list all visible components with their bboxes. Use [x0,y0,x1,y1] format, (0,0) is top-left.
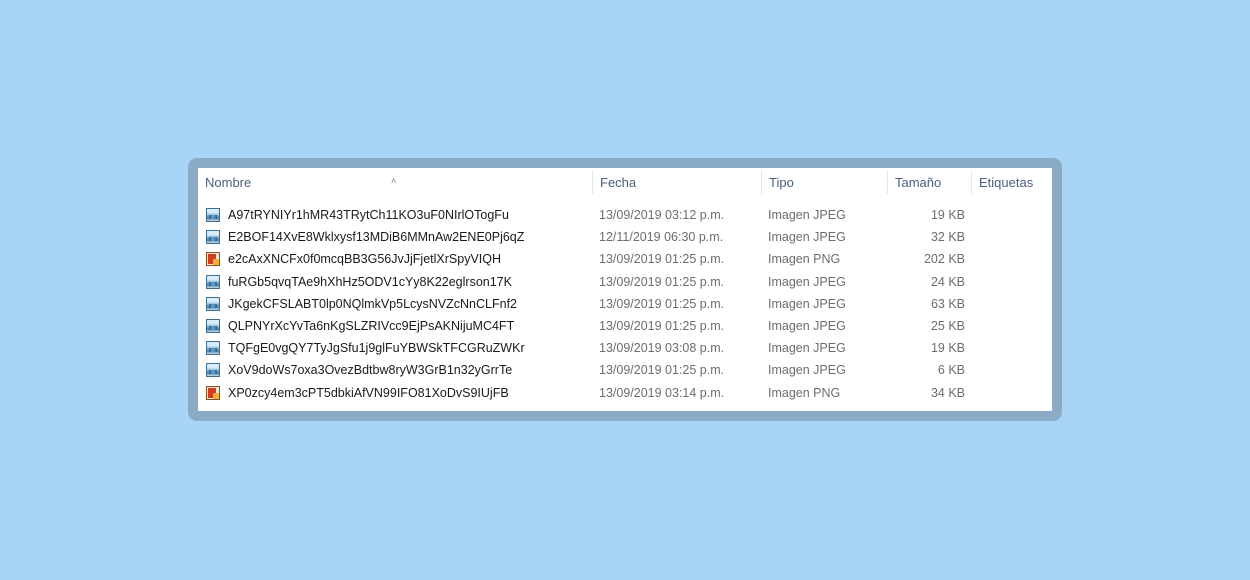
jpeg-file-icon [206,208,220,222]
file-size: 202 KB [923,252,965,267]
jpeg-file-icon [206,296,220,311]
file-rows: A97tRYNIYr1hMR43TRytCh11KO3uF0NIrlOTogFu… [198,204,1052,404]
jpeg-file-icon [206,363,220,378]
png-file-icon [206,385,220,400]
file-row[interactable]: JKgekCFSLABT0lp0NQlmkVp5LcysNVZcNnCLFnf2… [198,293,1052,315]
column-header-size-label: Tamaño [895,175,942,190]
explorer-window-frame: ˄ Nombre Fecha Tipo Tamaño Etiquetas A97… [188,158,1062,421]
file-list-view: ˄ Nombre Fecha Tipo Tamaño Etiquetas A97… [198,168,1052,411]
column-header-size[interactable]: Tamaño [888,168,972,196]
file-size: 25 KB [930,318,965,333]
file-name[interactable]: XP0zcy4em3cPT5dbkiAfVN99IFO81XoDvS9IUjFB [228,382,509,404]
column-header-tags[interactable]: Etiquetas [972,168,1052,196]
file-date: 13/09/2019 03:14 p.m. [599,385,725,400]
file-row[interactable]: E2BOF14XvE8Wklxysf13MDiB6MMnAw2ENE0Pj6qZ… [198,226,1052,248]
file-name[interactable]: QLPNYrXcYvTa6nKgSLZRIVcc9EjPsAKNijuMC4FT [228,315,514,337]
file-row[interactable]: XP0zcy4em3cPT5dbkiAfVN99IFO81XoDvS9IUjFB… [198,382,1052,404]
file-row[interactable]: QLPNYrXcYvTa6nKgSLZRIVcc9EjPsAKNijuMC4FT… [198,315,1052,337]
file-type: Imagen JPEG [768,363,846,378]
file-type: Imagen JPEG [768,318,846,333]
jpeg-file-icon [206,274,220,289]
file-date: 13/09/2019 01:25 p.m. [599,363,725,378]
file-type: Imagen JPEG [768,230,846,245]
file-size: 63 KB [930,296,965,311]
file-type: Imagen PNG [768,252,841,267]
file-type: Imagen PNG [768,385,841,400]
file-name[interactable]: fuRGb5qvqTAe9hXhHz5ODV1cYy8K22eglrson17K [228,271,512,293]
png-file-icon [206,252,220,267]
file-size: 24 KB [930,274,965,289]
sort-ascending-icon: ˄ [391,176,397,186]
file-date: 13/09/2019 03:08 p.m. [599,341,725,356]
column-header-type[interactable]: Tipo [762,168,888,196]
file-date: 13/09/2019 01:25 p.m. [599,296,725,311]
file-name[interactable]: JKgekCFSLABT0lp0NQlmkVp5LcysNVZcNnCLFnf2 [228,293,517,315]
file-size: 32 KB [930,230,965,245]
column-header-name-label: Nombre [205,175,252,190]
file-size: 19 KB [930,208,965,222]
file-name[interactable]: XoV9doWs7oxa3OvezBdtbw8ryW3GrB1n32yGrrTe [228,359,512,381]
column-header-type-label: Tipo [769,175,794,190]
file-name[interactable]: TQFgE0vgQY7TyJgSfu1j9glFuYBWSkTFCGRuZWKr [228,337,525,359]
file-date: 13/09/2019 01:25 p.m. [599,318,725,333]
file-name[interactable]: e2cAxXNCFx0f0mcqBB3G56JvJjFjetlXrSpyVIQH [228,248,501,270]
file-size: 6 KB [937,363,965,378]
column-header-date[interactable]: Fecha [593,168,762,196]
column-header-tags-label: Etiquetas [979,175,1034,190]
file-date: 12/11/2019 06:30 p.m. [599,230,724,245]
file-row[interactable]: A97tRYNIYr1hMR43TRytCh11KO3uF0NIrlOTogFu… [198,204,1052,226]
column-header-bar: ˄ Nombre Fecha Tipo Tamaño Etiquetas [198,168,1052,196]
file-date: 13/09/2019 03:12 p.m. [599,208,725,222]
jpeg-file-icon [206,341,220,356]
file-type: Imagen JPEG [768,341,846,356]
file-name[interactable]: E2BOF14XvE8Wklxysf13MDiB6MMnAw2ENE0Pj6qZ [228,226,524,248]
file-type: Imagen JPEG [768,274,846,289]
column-header-date-label: Fecha [600,175,637,190]
file-row[interactable]: fuRGb5qvqTAe9hXhHz5ODV1cYy8K22eglrson17K… [198,271,1052,293]
file-date: 13/09/2019 01:25 p.m. [599,252,725,267]
column-header-name[interactable]: ˄ Nombre [198,168,593,196]
file-row[interactable]: TQFgE0vgQY7TyJgSfu1j9glFuYBWSkTFCGRuZWKr… [198,337,1052,359]
file-type: Imagen JPEG [768,296,846,311]
file-row[interactable]: XoV9doWs7oxa3OvezBdtbw8ryW3GrB1n32yGrrTe… [198,359,1052,381]
jpeg-file-icon [206,230,220,245]
jpeg-file-icon [206,318,220,333]
file-type: Imagen JPEG [768,208,846,222]
file-size: 19 KB [930,341,965,356]
file-row[interactable]: e2cAxXNCFx0f0mcqBB3G56JvJjFjetlXrSpyVIQH… [198,248,1052,270]
file-name[interactable]: A97tRYNIYr1hMR43TRytCh11KO3uF0NIrlOTogFu [228,204,509,226]
file-size: 34 KB [930,385,965,400]
file-date: 13/09/2019 01:25 p.m. [599,274,725,289]
